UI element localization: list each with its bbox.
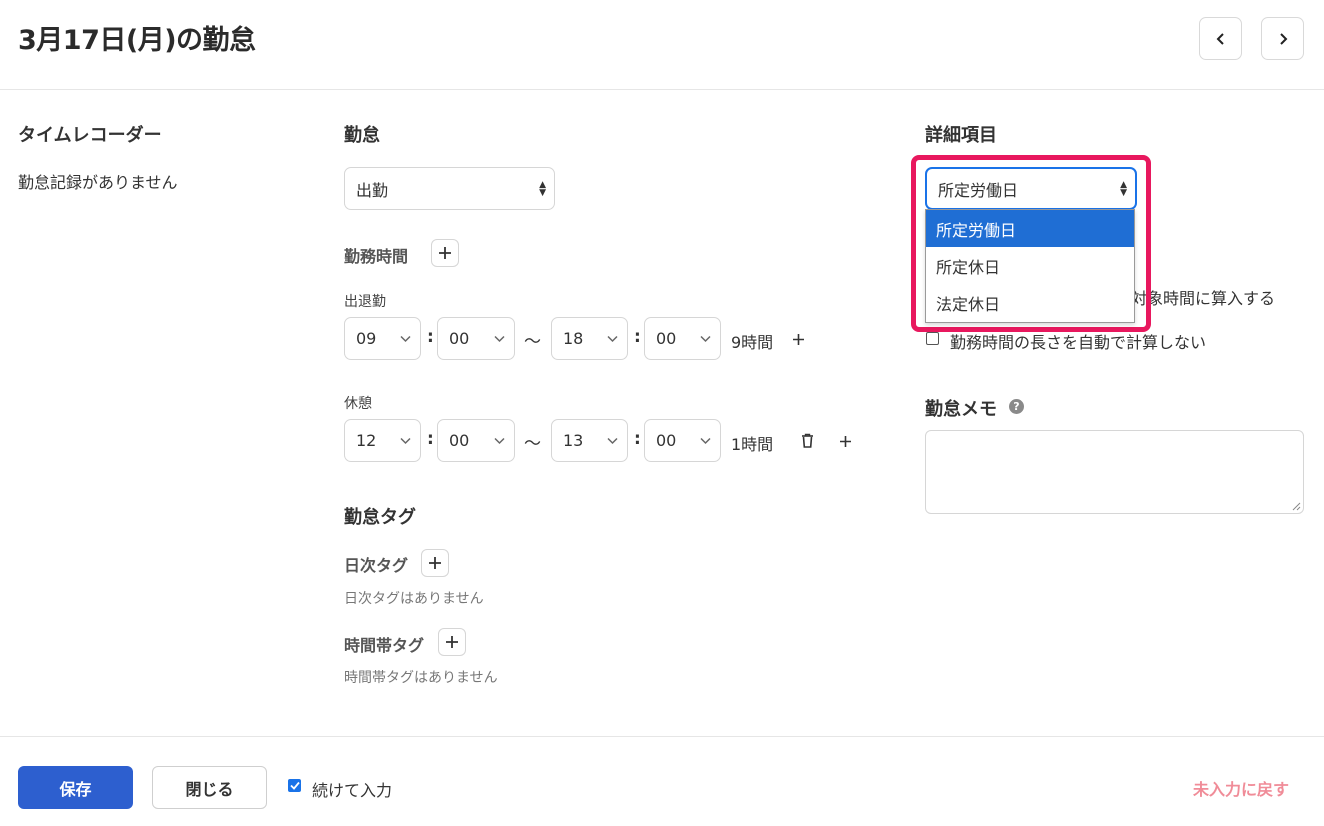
break-end-hour-value: 13 <box>563 431 584 450</box>
shift-end-hour-select[interactable]: 18 <box>551 317 628 360</box>
chevron-down-icon <box>607 335 618 342</box>
reset-link[interactable]: 未入力に戻す <box>1193 776 1289 800</box>
day-type-value: 所定労働日 <box>938 180 1019 200</box>
delete-break-button[interactable] <box>798 431 816 449</box>
timerecorder-empty-text: 勤怠記録がありません <box>18 173 178 192</box>
daily-tag-empty: 日次タグはありません <box>344 591 484 607</box>
attendance-heading: 勤怠 <box>344 125 380 146</box>
check-icon <box>289 781 300 790</box>
shift-start-minute-value: 00 <box>449 329 470 348</box>
chevron-right-icon <box>1279 32 1287 45</box>
plus-icon <box>839 435 851 447</box>
day-type-option[interactable]: 所定労働日 <box>926 210 1134 247</box>
header-divider <box>0 89 1324 90</box>
range-tilde: 〜 <box>524 332 541 352</box>
save-button[interactable]: 保存 <box>18 766 133 809</box>
add-timeband-tag-button[interactable] <box>438 628 466 656</box>
memo-textarea[interactable] <box>925 430 1304 514</box>
continue-checkbox[interactable] <box>288 779 301 792</box>
add-shift-button[interactable] <box>789 330 807 348</box>
chevron-down-icon <box>400 335 411 342</box>
add-daily-tag-button[interactable] <box>421 549 449 577</box>
chevron-down-icon <box>607 437 618 444</box>
help-icon[interactable]: ? <box>1009 399 1024 414</box>
auto-calc-label: 勤務時間の長さを自動で計算しない <box>950 333 1207 352</box>
chevron-down-icon <box>494 335 505 342</box>
break-end-minute-value: 00 <box>656 431 677 450</box>
chevron-down-icon <box>400 437 411 444</box>
time-colon: : <box>634 429 641 449</box>
chevron-left-icon <box>1216 32 1224 45</box>
day-type-select[interactable]: 所定労働日 ▲ ▼ <box>925 167 1137 210</box>
timeband-tag-empty: 時間帯タグはありません <box>344 670 498 686</box>
shift-label: 出退勤 <box>344 294 386 310</box>
shift-duration: 9時間 <box>731 333 774 352</box>
break-label: 休憩 <box>344 396 372 412</box>
day-type-option[interactable]: 法定休日 <box>926 284 1134 321</box>
memo-heading: 勤怠メモ <box>925 399 997 420</box>
next-day-button[interactable] <box>1261 17 1304 60</box>
timerecorder-heading: タイムレコーダー <box>18 125 162 146</box>
plus-icon <box>439 247 451 259</box>
add-break-button[interactable] <box>836 432 854 450</box>
partial-option-text: 対象時間に算入する <box>1131 289 1276 308</box>
time-colon: : <box>634 327 641 347</box>
trash-icon <box>801 433 813 448</box>
range-tilde: 〜 <box>524 434 541 454</box>
add-work-time-button[interactable] <box>431 239 459 267</box>
shift-start-minute-select[interactable]: 00 <box>437 317 515 360</box>
select-arrows-icon: ▲ ▼ <box>539 179 546 198</box>
tags-heading: 勤怠タグ <box>344 507 416 528</box>
time-colon: : <box>427 429 434 449</box>
resize-handle-icon[interactable] <box>1291 501 1301 511</box>
page-title: 3月17日(月)の勤怠 <box>18 25 256 56</box>
shift-end-minute-select[interactable]: 00 <box>644 317 721 360</box>
attendance-type-select[interactable]: 出勤 ▲ ▼ <box>344 167 555 210</box>
time-colon: : <box>427 327 434 347</box>
shift-end-minute-value: 00 <box>656 329 677 348</box>
chevron-down-icon <box>700 437 711 444</box>
plus-icon <box>792 333 804 345</box>
close-button[interactable]: 閉じる <box>152 766 267 809</box>
break-start-minute-value: 00 <box>449 431 470 450</box>
shift-start-hour-value: 09 <box>356 329 377 348</box>
plus-icon <box>446 636 458 648</box>
timeband-tag-label: 時間帯タグ <box>344 636 425 655</box>
shift-start-hour-select[interactable]: 09 <box>344 317 421 360</box>
break-start-hour-select[interactable]: 12 <box>344 419 421 462</box>
attendance-type-value: 出勤 <box>356 180 389 200</box>
work-time-label: 勤務時間 <box>344 247 409 266</box>
break-start-hour-value: 12 <box>356 431 377 450</box>
plus-icon <box>429 557 441 569</box>
daily-tag-label: 日次タグ <box>344 556 409 575</box>
continue-label: 続けて入力 <box>312 781 393 800</box>
shift-end-hour-value: 18 <box>563 329 584 348</box>
break-end-hour-select[interactable]: 13 <box>551 419 628 462</box>
day-type-dropdown: 所定労働日 所定休日 法定休日 <box>925 209 1135 323</box>
break-end-minute-select[interactable]: 00 <box>644 419 721 462</box>
day-type-option[interactable]: 所定休日 <box>926 247 1134 284</box>
chevron-down-icon <box>700 335 711 342</box>
chevron-down-icon <box>494 437 505 444</box>
details-heading: 詳細項目 <box>925 125 997 146</box>
break-duration: 1時間 <box>731 435 774 454</box>
prev-day-button[interactable] <box>1199 17 1242 60</box>
footer-divider <box>0 736 1324 737</box>
break-start-minute-select[interactable]: 00 <box>437 419 515 462</box>
auto-calc-checkbox[interactable] <box>926 332 939 345</box>
select-arrows-icon: ▲ ▼ <box>1120 179 1127 198</box>
